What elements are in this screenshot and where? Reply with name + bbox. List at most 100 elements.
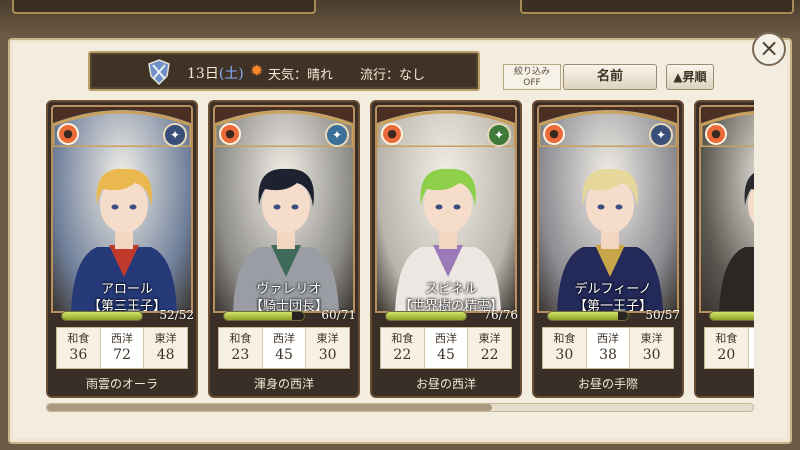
stat-label: 和食: [229, 332, 252, 345]
background-top: [0, 0, 800, 36]
cuisine-stats: 和食 23 西洋 45 東洋 30: [218, 327, 350, 369]
info-bar: 13日(土) ✹ 天気：晴れ 流行：なし: [88, 51, 480, 91]
stat-value: 38: [599, 347, 617, 363]
stat-label: 西洋: [597, 332, 619, 345]
crest-emblem-icon: ✦: [325, 123, 349, 147]
stat-cell: 西洋 72: [100, 328, 145, 368]
filter-state: OFF: [523, 78, 541, 88]
stat-label: 和食: [391, 332, 414, 345]
stamina-bar: [547, 311, 629, 321]
filter-toggle[interactable]: 絞り込み OFF: [503, 64, 561, 90]
cooking-pan-icon: ●: [219, 123, 241, 145]
stat-value: 72: [113, 347, 131, 363]
date-label: 13日(土): [187, 63, 244, 83]
character-portrait: ● ✦ スピネル 【世界樹の精霊】: [375, 105, 517, 313]
character-card[interactable]: ● ✦ スピネル 【世界樹の精霊】 76/76 和食 22 西洋 45 東洋 2…: [370, 100, 522, 398]
stat-value: 45: [437, 347, 455, 363]
stat-label: 東洋: [640, 332, 663, 345]
stamina-fill: [386, 312, 466, 320]
sort-order-button[interactable]: ▲昇順: [666, 64, 714, 90]
stat-value: 22: [393, 347, 412, 363]
character-portrait: ● ✦ アロール 【第三王子】: [51, 105, 193, 313]
stat-value: 22: [480, 347, 499, 363]
stamina-bar: [385, 311, 467, 321]
close-button[interactable]: ×: [752, 32, 786, 66]
stamina-value: 52/52: [159, 308, 194, 322]
date-weekday: (土): [218, 66, 244, 82]
stamina-fill: [224, 312, 292, 320]
stamina-bar: [223, 311, 305, 321]
stat-value: 36: [69, 347, 88, 363]
stat-label: 和食: [67, 332, 90, 345]
character-card[interactable]: ● ✦ アロール 【第三王子】 52/52 和食 36 西洋 72 東洋 48: [46, 100, 198, 398]
stat-cell: 東洋 30: [306, 328, 349, 368]
stat-value: 23: [231, 347, 250, 363]
horizontal-scrollbar[interactable]: [46, 403, 754, 412]
stat-cell: 西洋: [748, 328, 754, 368]
stamina-fill: [548, 312, 619, 320]
cuisine-stats: 和食 30 西洋 38 東洋 30: [542, 327, 674, 369]
stat-cell: 西洋 45: [262, 328, 307, 368]
cuisine-stats: 和食 22 西洋 45 東洋 22: [380, 327, 512, 369]
shield-crest-icon: [148, 59, 170, 85]
cuisine-stats: 和食 20 西洋 東洋: [704, 327, 754, 369]
stat-label: 和食: [715, 332, 738, 345]
stat-cell: 西洋 45: [424, 328, 469, 368]
cooking-pan-icon: ●: [57, 123, 79, 145]
weather-label: 天気：晴れ: [268, 68, 334, 83]
top-frame-right: [520, 0, 794, 14]
scrollbar-thumb[interactable]: [47, 404, 492, 411]
stat-cell: 和食 36: [57, 328, 101, 368]
stat-label: 西洋: [111, 332, 133, 345]
filter-label: 絞り込み: [513, 67, 550, 77]
speciality-label: 渾身の西洋: [210, 372, 358, 396]
cooking-pan-icon: ●: [381, 123, 403, 145]
stamina-bar: [61, 311, 143, 321]
stat-label: 西洋: [273, 332, 295, 345]
crest-emblem-icon: ✦: [487, 123, 511, 147]
character-portrait: ● ✦ ヴァレリオ 【騎士団長】: [213, 105, 355, 313]
speciality-label: お昼の西洋: [372, 372, 520, 396]
stamina-bar: [709, 311, 754, 321]
stat-cell: 東洋 30: [630, 328, 673, 368]
stat-cell: 西洋 38: [586, 328, 631, 368]
stamina-fill: [710, 312, 754, 320]
stat-label: 東洋: [478, 332, 501, 345]
stat-cell: 東洋 22: [468, 328, 511, 368]
stat-cell: 和食 20: [705, 328, 749, 368]
stat-value: 30: [555, 347, 574, 363]
crest-emblem-icon: ✦: [163, 123, 187, 147]
stamina-value: 60/71: [321, 308, 356, 322]
stat-cell: 東洋 48: [144, 328, 187, 368]
character-card-list: ● ✦ アロール 【第三王子】 52/52 和食 36 西洋 72 東洋 48: [46, 100, 754, 400]
stat-value: 45: [275, 347, 293, 363]
stat-label: 和食: [553, 332, 576, 345]
stat-value: 30: [642, 347, 661, 363]
character-portrait: ● ✦ デルフィーノ 【第一王子】: [537, 105, 679, 313]
stamina-fill: [62, 312, 142, 320]
trend-label: 流行：なし: [360, 68, 426, 83]
sort-key-button[interactable]: 名前: [563, 64, 657, 90]
cooking-pan-icon: ●: [705, 123, 727, 145]
crest-emblem-icon: ✦: [649, 123, 673, 147]
stat-label: 西洋: [435, 332, 457, 345]
stamina-value: 50/57: [645, 308, 680, 322]
stat-value: 48: [156, 347, 175, 363]
character-card[interactable]: ● ✦ フ 【 和食 20 西洋 東洋 金: [694, 100, 754, 398]
stat-value: 20: [717, 347, 736, 363]
stat-cell: 和食 22: [381, 328, 425, 368]
speciality-label: 金: [696, 372, 754, 396]
character-portrait: ● ✦ フ 【: [699, 105, 754, 313]
cuisine-stats: 和食 36 西洋 72 東洋 48: [56, 327, 188, 369]
character-card[interactable]: ● ✦ ヴァレリオ 【騎士団長】 60/71 和食 23 西洋 45 東洋 30: [208, 100, 360, 398]
character-card[interactable]: ● ✦ デルフィーノ 【第一王子】 50/57 和食 30 西洋 38 東洋 3…: [532, 100, 684, 398]
stat-cell: 和食 30: [543, 328, 587, 368]
sun-icon: ✹: [250, 61, 264, 80]
stamina-value: 76/76: [483, 308, 518, 322]
speciality-label: 雨雲のオーラ: [48, 372, 196, 396]
stat-label: 東洋: [316, 332, 339, 345]
top-frame-left: [12, 0, 316, 14]
speciality-label: お昼の手際: [534, 372, 682, 396]
stat-value: 30: [318, 347, 337, 363]
stat-label: 西洋: [749, 331, 754, 346]
